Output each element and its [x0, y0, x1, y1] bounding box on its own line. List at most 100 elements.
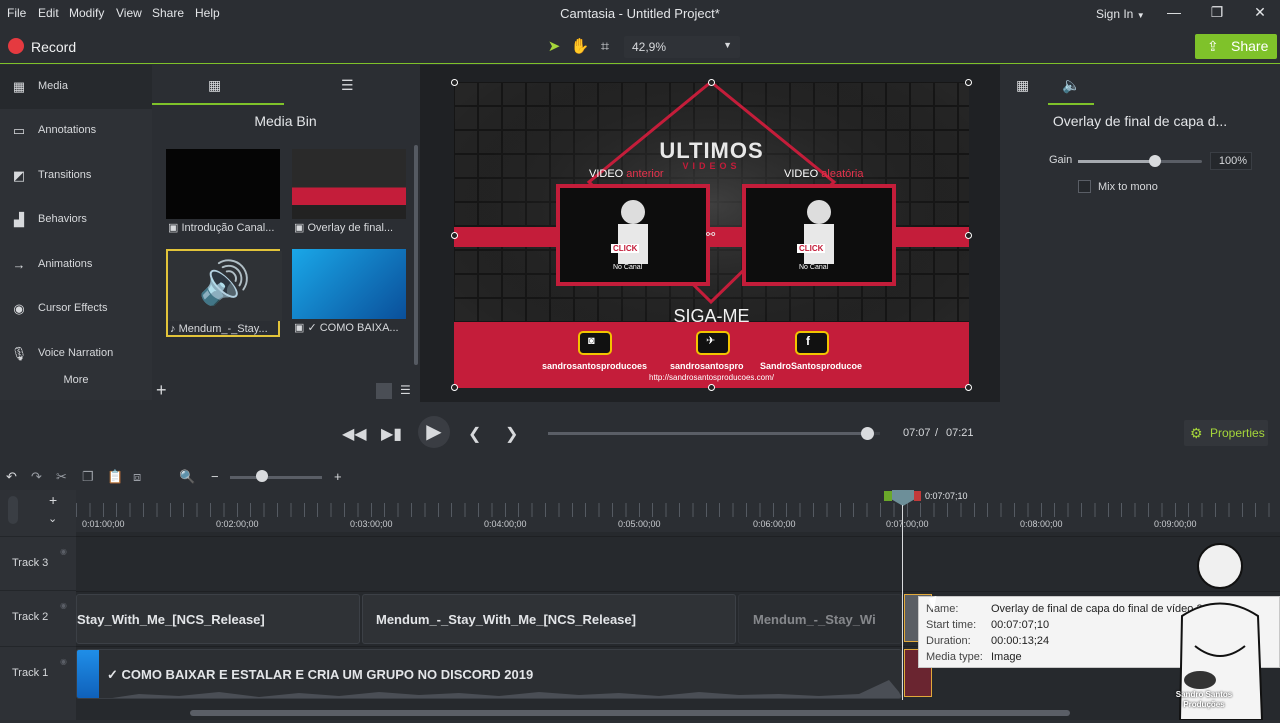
visibility-icon[interactable]: ◉	[60, 547, 67, 556]
ruler-tick-label: 0:06:00;00	[753, 519, 796, 529]
chevron-down-icon[interactable]: ⌄	[48, 512, 57, 525]
tab-media-bin[interactable]: ▦	[152, 65, 284, 105]
gain-input[interactable]: 100%	[1210, 152, 1252, 170]
track-header-3[interactable]: Track 3 ◉	[0, 536, 76, 590]
zoom-search-icon[interactable]: 🔍	[179, 469, 195, 485]
menu-bar: File Edit Modify View Share Help Camtasi…	[0, 0, 1280, 28]
add-media-icon[interactable]: +	[156, 380, 167, 401]
audio-clip[interactable]: Stay_With_Me_[NCS_Release]	[76, 594, 360, 644]
list-view-icon[interactable]: ☰	[400, 383, 411, 397]
zoom-out-icon[interactable]: −	[211, 469, 219, 484]
paste-icon[interactable]: 📋	[107, 469, 123, 485]
media-item[interactable]: ▣ ✓ COMO BAIXA...	[292, 249, 406, 337]
scrollbar[interactable]	[414, 145, 418, 365]
crop-tool-icon[interactable]: ⌗	[594, 36, 616, 58]
visibility-icon[interactable]: ◉	[60, 657, 67, 666]
time-separator: /	[935, 427, 939, 439]
right-thumb-badge: CLICK	[797, 244, 826, 253]
minimize-icon[interactable]: —	[1164, 4, 1184, 24]
audio-clip[interactable]: Mendum_-_Stay_Wi	[738, 594, 902, 644]
visibility-icon[interactable]: ◉	[60, 601, 67, 610]
media-item[interactable]: ▣ Overlay de final...	[292, 149, 406, 237]
total-time: 07:21	[946, 427, 974, 439]
resize-handle[interactable]	[451, 79, 458, 86]
gain-slider-knob[interactable]	[1149, 155, 1161, 167]
maximize-icon[interactable]: ❐	[1207, 4, 1227, 24]
track-3[interactable]	[76, 536, 1280, 590]
copy-icon[interactable]: ❐	[82, 469, 94, 485]
grid-view-icon[interactable]	[376, 383, 392, 399]
record-button[interactable]: Record	[31, 39, 76, 55]
mix-to-mono-checkbox[interactable]	[1078, 180, 1091, 193]
sidebar-item-transitions[interactable]: ◩ Transitions	[0, 154, 152, 198]
audio-clip[interactable]: Mendum_-_Stay_With_Me_[NCS_Release]	[362, 594, 736, 644]
media-thumbnail	[292, 149, 406, 219]
sign-in-button[interactable]: Sign In ▼	[1096, 7, 1145, 21]
playhead-in-marker[interactable]	[884, 491, 892, 501]
zoom-dropdown[interactable]: 42,9% ▼	[624, 36, 740, 58]
sidebar-item-animations[interactable]: → Animations	[0, 243, 152, 287]
video-clip[interactable]: ✓ COMO BAIXAR E ESTALAR E CRIA UM GRUPO …	[76, 649, 902, 699]
resize-handle[interactable]	[708, 79, 715, 86]
more-button[interactable]: More	[0, 374, 152, 386]
resize-handle[interactable]	[708, 384, 715, 391]
sidebar-item-behaviors[interactable]: ▟ Behaviors	[0, 198, 152, 242]
gain-slider-fill	[1078, 160, 1155, 163]
resize-handle[interactable]	[451, 232, 458, 239]
close-icon[interactable]: ✕	[1250, 4, 1270, 24]
ruler-ticks	[76, 503, 1280, 517]
playhead-out-marker[interactable]	[914, 491, 921, 501]
media-item-caption: ▣ Overlay de final...	[294, 222, 394, 234]
redo-icon[interactable]: ↷	[31, 469, 42, 485]
resize-handle[interactable]	[965, 79, 972, 86]
facebook-icon: f	[806, 334, 810, 348]
cut-icon[interactable]: ✂	[56, 469, 67, 485]
scrub-bar[interactable]	[548, 432, 867, 435]
left-video-label: VIDEO anterior	[589, 168, 664, 180]
tab-visual-properties[interactable]: ▦	[1000, 65, 1046, 105]
properties-button[interactable]: ⚙ Properties	[1184, 420, 1268, 446]
ruler-tick-label: 0:03:00;00	[350, 519, 393, 529]
undo-icon[interactable]: ↶	[6, 469, 17, 485]
timeline-zoom-slider[interactable]	[230, 476, 322, 479]
behavior-icon: ▟	[14, 212, 24, 227]
hand-tool-icon[interactable]: ✋	[569, 36, 591, 58]
image-file-icon: ▣	[294, 222, 305, 234]
resize-handle[interactable]	[965, 384, 972, 391]
ruler-tick-label: 0:08:00;00	[1020, 519, 1063, 529]
clip-label: Mendum_-_Stay_With_Me_[NCS_Release]	[376, 612, 636, 627]
sidebar-item-annotations[interactable]: ▭ Annotations	[0, 109, 152, 153]
share-button[interactable]: ⇪ Share	[1195, 34, 1277, 59]
clip-thumbnail	[77, 650, 99, 698]
scrub-knob[interactable]	[861, 427, 874, 440]
track-header-1[interactable]: Track 1 ◉	[0, 646, 76, 700]
timeline-zoom-knob[interactable]	[256, 470, 268, 482]
tab-audio-properties[interactable]: 🔈	[1048, 65, 1094, 105]
ruler-tick-label: 0:04:00;00	[484, 519, 527, 529]
timeline-scrollbar-thumb[interactable]	[190, 710, 1070, 716]
track-height-slider[interactable]	[8, 496, 18, 524]
rotate-handle-icon[interactable]: ⚯	[706, 228, 715, 241]
previous-clip-icon[interactable]: ❮	[468, 424, 481, 444]
sidebar-item-cursor-effects[interactable]: ◉ Cursor Effects	[0, 287, 152, 331]
next-clip-icon[interactable]: ❯	[505, 424, 518, 444]
add-track-icon[interactable]: +	[49, 492, 57, 508]
social-handle: sandrosantospro	[670, 361, 744, 371]
media-item-selected[interactable]: 🔊 ♪ Mendum_-_Stay...	[166, 249, 282, 337]
record-icon[interactable]	[8, 38, 24, 54]
split-icon[interactable]: ⧈	[133, 469, 141, 485]
media-item[interactable]: ▣ Introdução Canal...	[166, 149, 280, 237]
share-upload-icon: ⇪	[1207, 38, 1219, 54]
step-forward-icon[interactable]: ▶▮	[381, 424, 402, 444]
resize-handle[interactable]	[965, 232, 972, 239]
play-icon[interactable]: ▶	[418, 416, 450, 448]
resize-handle[interactable]	[451, 384, 458, 391]
tools-sidebar: ▦ Media ▭ Annotations ◩ Transitions ▟ Be…	[0, 65, 152, 400]
tab-library[interactable]: ☰	[285, 65, 417, 105]
zoom-in-icon[interactable]: +	[334, 469, 342, 484]
track-header-2[interactable]: Track 2 ◉	[0, 590, 76, 644]
sidebar-item-voice-narration[interactable]: 🎙 Voice Narration	[0, 332, 152, 376]
sidebar-item-media[interactable]: ▦ Media	[0, 65, 152, 109]
select-tool-icon[interactable]: ➤	[543, 36, 565, 58]
step-back-icon[interactable]: ◀◀	[342, 424, 367, 444]
